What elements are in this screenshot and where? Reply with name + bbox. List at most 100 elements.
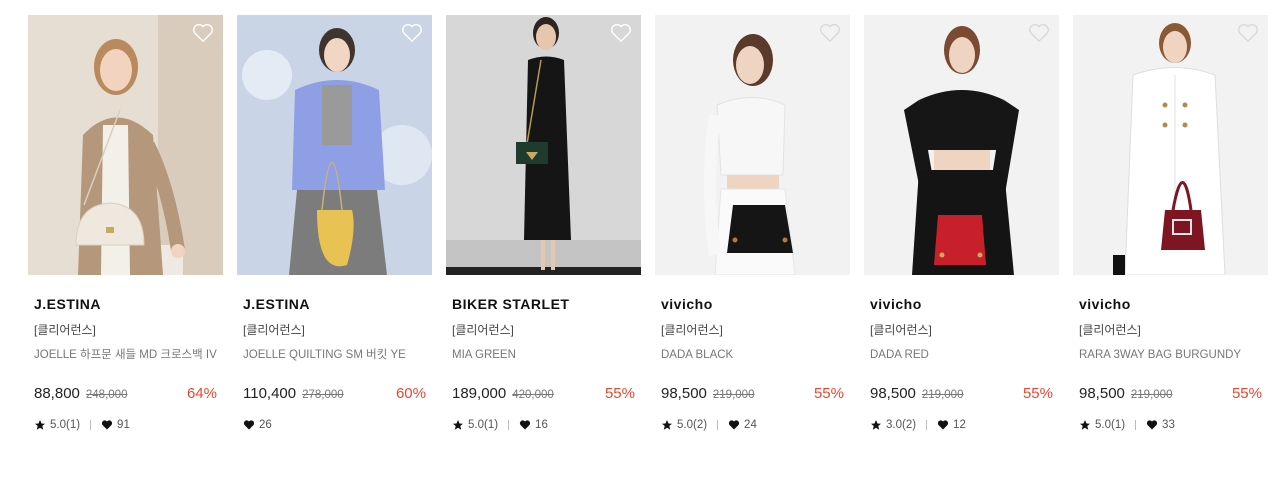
brand-name[interactable]: vivicho (1079, 295, 1262, 313)
wishlist-button[interactable] (192, 23, 214, 43)
heart-outline-icon (820, 24, 840, 43)
likes-count: 91 (117, 419, 130, 431)
brand-name[interactable]: BIKER STARLET (452, 295, 635, 313)
original-price: 278,000 (302, 389, 344, 401)
product-card[interactable]: vivicho [클리어런스] DADA BLACK 98,500 219,00… (655, 15, 850, 433)
product-card[interactable]: vivicho [클리어런스] RARA 3WAY BAG BURGUNDY 9… (1073, 15, 1268, 433)
heart-filled-icon (101, 419, 113, 431)
clearance-tag: [클리어런스] (661, 323, 723, 337)
star-icon (34, 419, 46, 431)
star-icon (870, 419, 882, 431)
price-row: 189,000 420,000 55% (452, 385, 635, 405)
sale-price: 98,500 (661, 385, 707, 402)
product-image[interactable] (864, 15, 1059, 275)
product-photo (28, 15, 223, 275)
product-info: vivicho [클리어런스] DADA RED 98,500 219,000 … (864, 295, 1059, 433)
sale-price: 189,000 (452, 385, 507, 402)
heart-outline-icon (611, 24, 631, 43)
price-row: 110,400 278,000 60% (243, 385, 426, 405)
price-row: 98,500 219,000 55% (1079, 385, 1262, 405)
product-card[interactable]: J.ESTINA [클리어런스] JOELLE QUILTING SM 버킷 Y… (237, 15, 432, 433)
star-icon (661, 419, 673, 431)
sale-price: 98,500 (1079, 385, 1125, 402)
discount-rate: 60% (395, 385, 426, 402)
sale-price: 98,500 (870, 385, 916, 402)
brand-name[interactable]: J.ESTINA (34, 295, 217, 313)
product-info: vivicho [클리어런스] DADA BLACK 98,500 219,00… (655, 295, 850, 433)
price-row: 98,500 219,000 55% (661, 385, 844, 405)
product-name[interactable]: RARA 3WAY BAG BURGUNDY (1079, 347, 1262, 363)
wishlist-button[interactable] (401, 23, 423, 43)
likes-count: 24 (744, 419, 757, 431)
heart-outline-icon (1238, 24, 1258, 43)
product-photo (864, 15, 1059, 275)
likes-count: 26 (259, 419, 272, 431)
likes-count: 12 (953, 419, 966, 431)
divider (508, 420, 510, 430)
discount-rate: 64% (186, 385, 217, 402)
product-photo (655, 15, 850, 275)
product-photo (1073, 15, 1268, 275)
heart-filled-icon (1146, 419, 1158, 431)
likes-count: 33 (1162, 419, 1175, 431)
original-price: 219,000 (712, 389, 755, 401)
rating-value: 5.0(1) (50, 419, 81, 431)
clearance-tag: [클리어런스] (452, 323, 514, 337)
product-meta: 3.0(2) 12 (870, 417, 1053, 433)
heart-filled-icon (728, 419, 740, 431)
product-name[interactable]: DADA RED (870, 347, 1053, 363)
wishlist-button[interactable] (1028, 23, 1050, 43)
product-info: J.ESTINA [클리어런스] JOELLE QUILTING SM 버킷 Y… (237, 295, 432, 433)
divider (90, 420, 92, 430)
discount-rate: 55% (1022, 385, 1053, 402)
product-info: vivicho [클리어런스] RARA 3WAY BAG BURGUNDY 9… (1073, 295, 1268, 433)
product-name[interactable]: MIA GREEN (452, 347, 635, 363)
rating-value: 3.0(2) (886, 419, 917, 431)
product-name[interactable]: DADA BLACK (661, 347, 844, 363)
rating-value: 5.0(2) (677, 419, 708, 431)
clearance-tag: [클리어런스] (243, 323, 305, 337)
product-meta: 5.0(1) 91 (34, 417, 217, 433)
discount-rate: 55% (604, 385, 635, 402)
product-card[interactable]: J.ESTINA [클리어런스] JOELLE 하프문 새들 MD 크로스백 I… (28, 15, 223, 433)
product-image[interactable] (446, 15, 641, 275)
product-card[interactable]: vivicho [클리어런스] DADA RED 98,500 219,000 … (864, 15, 1059, 433)
sale-price: 88,800 (34, 385, 80, 402)
rating-value: 5.0(1) (1095, 419, 1126, 431)
wishlist-button[interactable] (1237, 23, 1259, 43)
product-image[interactable] (28, 15, 223, 275)
heart-outline-icon (1029, 24, 1049, 43)
brand-name[interactable]: vivicho (661, 295, 844, 313)
wishlist-button[interactable] (819, 23, 841, 43)
clearance-tag: [클리어런스] (870, 323, 932, 337)
product-info: BIKER STARLET [클리어런스] MIA GREEN 189,000 … (446, 295, 641, 433)
divider (1135, 420, 1137, 430)
product-image[interactable] (655, 15, 850, 275)
product-name[interactable]: JOELLE 하프문 새들 MD 크로스백 IV (34, 347, 217, 363)
original-price: 219,000 (1130, 389, 1173, 401)
product-grid: J.ESTINA [클리어런스] JOELLE 하프문 새들 MD 크로스백 I… (28, 15, 1268, 433)
price-row: 98,500 219,000 55% (870, 385, 1053, 405)
product-name[interactable]: JOELLE QUILTING SM 버킷 YE (243, 347, 426, 363)
divider (717, 420, 719, 430)
heart-outline-icon (193, 24, 213, 43)
wishlist-button[interactable] (610, 23, 632, 43)
product-image[interactable] (1073, 15, 1268, 275)
rating-value: 5.0(1) (468, 419, 499, 431)
discount-rate: 55% (1231, 385, 1262, 402)
original-price: 248,000 (85, 389, 128, 401)
star-icon (452, 419, 464, 431)
brand-name[interactable]: vivicho (870, 295, 1053, 313)
product-meta: 26 (243, 417, 426, 433)
product-image[interactable] (237, 15, 432, 275)
divider (926, 420, 928, 430)
original-price: 219,000 (921, 389, 964, 401)
heart-filled-icon (519, 419, 531, 431)
sale-price: 110,400 (243, 385, 297, 402)
star-icon (1079, 419, 1091, 431)
product-card[interactable]: BIKER STARLET [클리어런스] MIA GREEN 189,000 … (446, 15, 641, 433)
heart-filled-icon (937, 419, 949, 431)
brand-name[interactable]: J.ESTINA (243, 295, 426, 313)
product-info: J.ESTINA [클리어런스] JOELLE 하프문 새들 MD 크로스백 I… (28, 295, 223, 433)
clearance-tag: [클리어런스] (1079, 323, 1141, 337)
